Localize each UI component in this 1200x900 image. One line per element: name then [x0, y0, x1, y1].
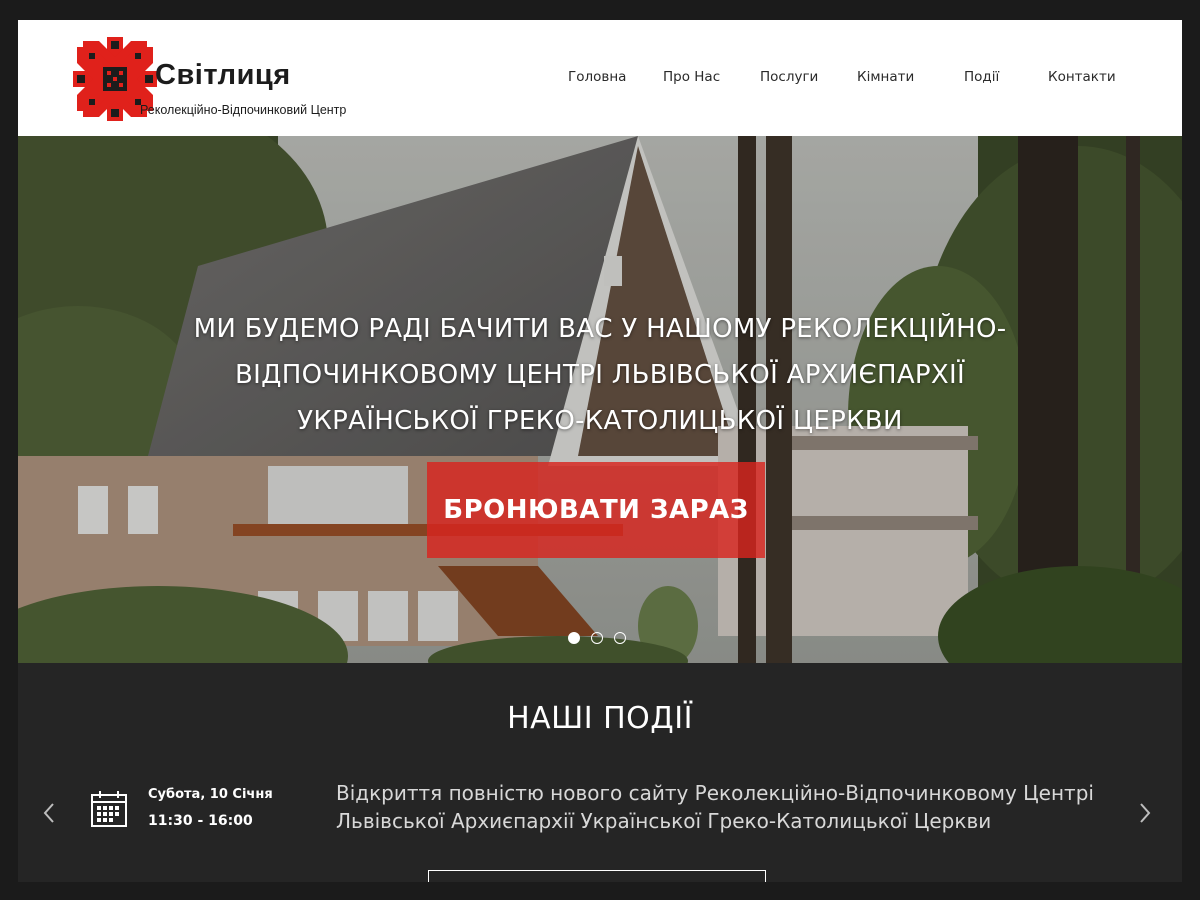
nav-item-rooms[interactable]: Кімнати [857, 69, 914, 85]
events-more-button[interactable] [428, 870, 766, 882]
hero-slider: Ми будемо раді бачити вас у нашому рекол… [18, 136, 1182, 663]
event-date: Субота, 10 Січня [148, 787, 273, 802]
nav-item-contacts[interactable]: Контакти [1048, 69, 1116, 85]
slider-dots [568, 632, 634, 644]
slider-dot-2[interactable] [591, 632, 603, 644]
brand-subtitle: Реколекційно-Відпочинковий Центр [140, 103, 347, 117]
nav-item-services[interactable]: Послуги [760, 69, 818, 85]
events-heading: НАШІ ПОДІЇ [507, 701, 693, 736]
page: Світлиця Реколекційно-Відпочинковий Цент… [18, 20, 1182, 882]
calendar-icon [91, 791, 127, 827]
site-header: Світлиця Реколекційно-Відпочинковий Цент… [18, 20, 1182, 136]
slider-dot-1[interactable] [568, 632, 580, 644]
book-now-button[interactable]: БРОНЮВАТИ ЗАРАЗ [427, 462, 765, 558]
nav-item-about[interactable]: Про Нас [663, 69, 720, 85]
main-nav: Головна Про Нас Послуги Кімнати Події Ко… [18, 69, 1182, 89]
event-description[interactable]: Відкриття повністю нового сайту Реколекц… [336, 779, 1126, 835]
nav-item-home[interactable]: Головна [568, 69, 626, 85]
event-time: 11:30 - 16:00 [148, 813, 253, 829]
chevron-right-icon[interactable] [1136, 801, 1154, 825]
hero-heading: Ми будемо раді бачити вас у нашому рекол… [193, 314, 1007, 436]
slider-dot-3[interactable] [614, 632, 626, 644]
chevron-left-icon[interactable] [40, 801, 58, 825]
events-section: НАШІ ПОДІЇ Субота, 10 Січня 11:30 - 16:0… [18, 663, 1182, 882]
nav-item-events[interactable]: Події [964, 69, 999, 85]
